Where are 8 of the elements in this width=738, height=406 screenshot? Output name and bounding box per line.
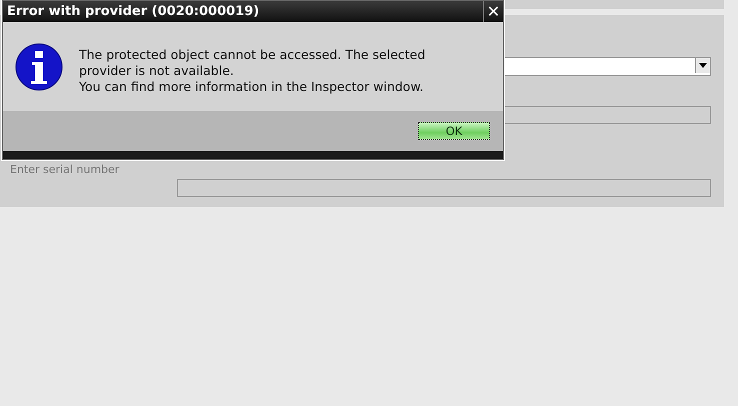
ok-button[interactable]: OK	[418, 122, 490, 140]
close-button[interactable]: ✕	[483, 1, 503, 22]
dropdown-arrow-icon	[699, 63, 707, 68]
serial-number-label: Enter serial number	[10, 163, 120, 177]
error-message: The protected object cannot be accessed. The selected provider is not available. You can find more information in the Inspector window.	[79, 47, 426, 95]
serial-number-field[interactable]	[177, 179, 711, 197]
info-icon	[15, 43, 63, 91]
dialog-title: Error with provider (0020:000019)	[6, 4, 260, 19]
